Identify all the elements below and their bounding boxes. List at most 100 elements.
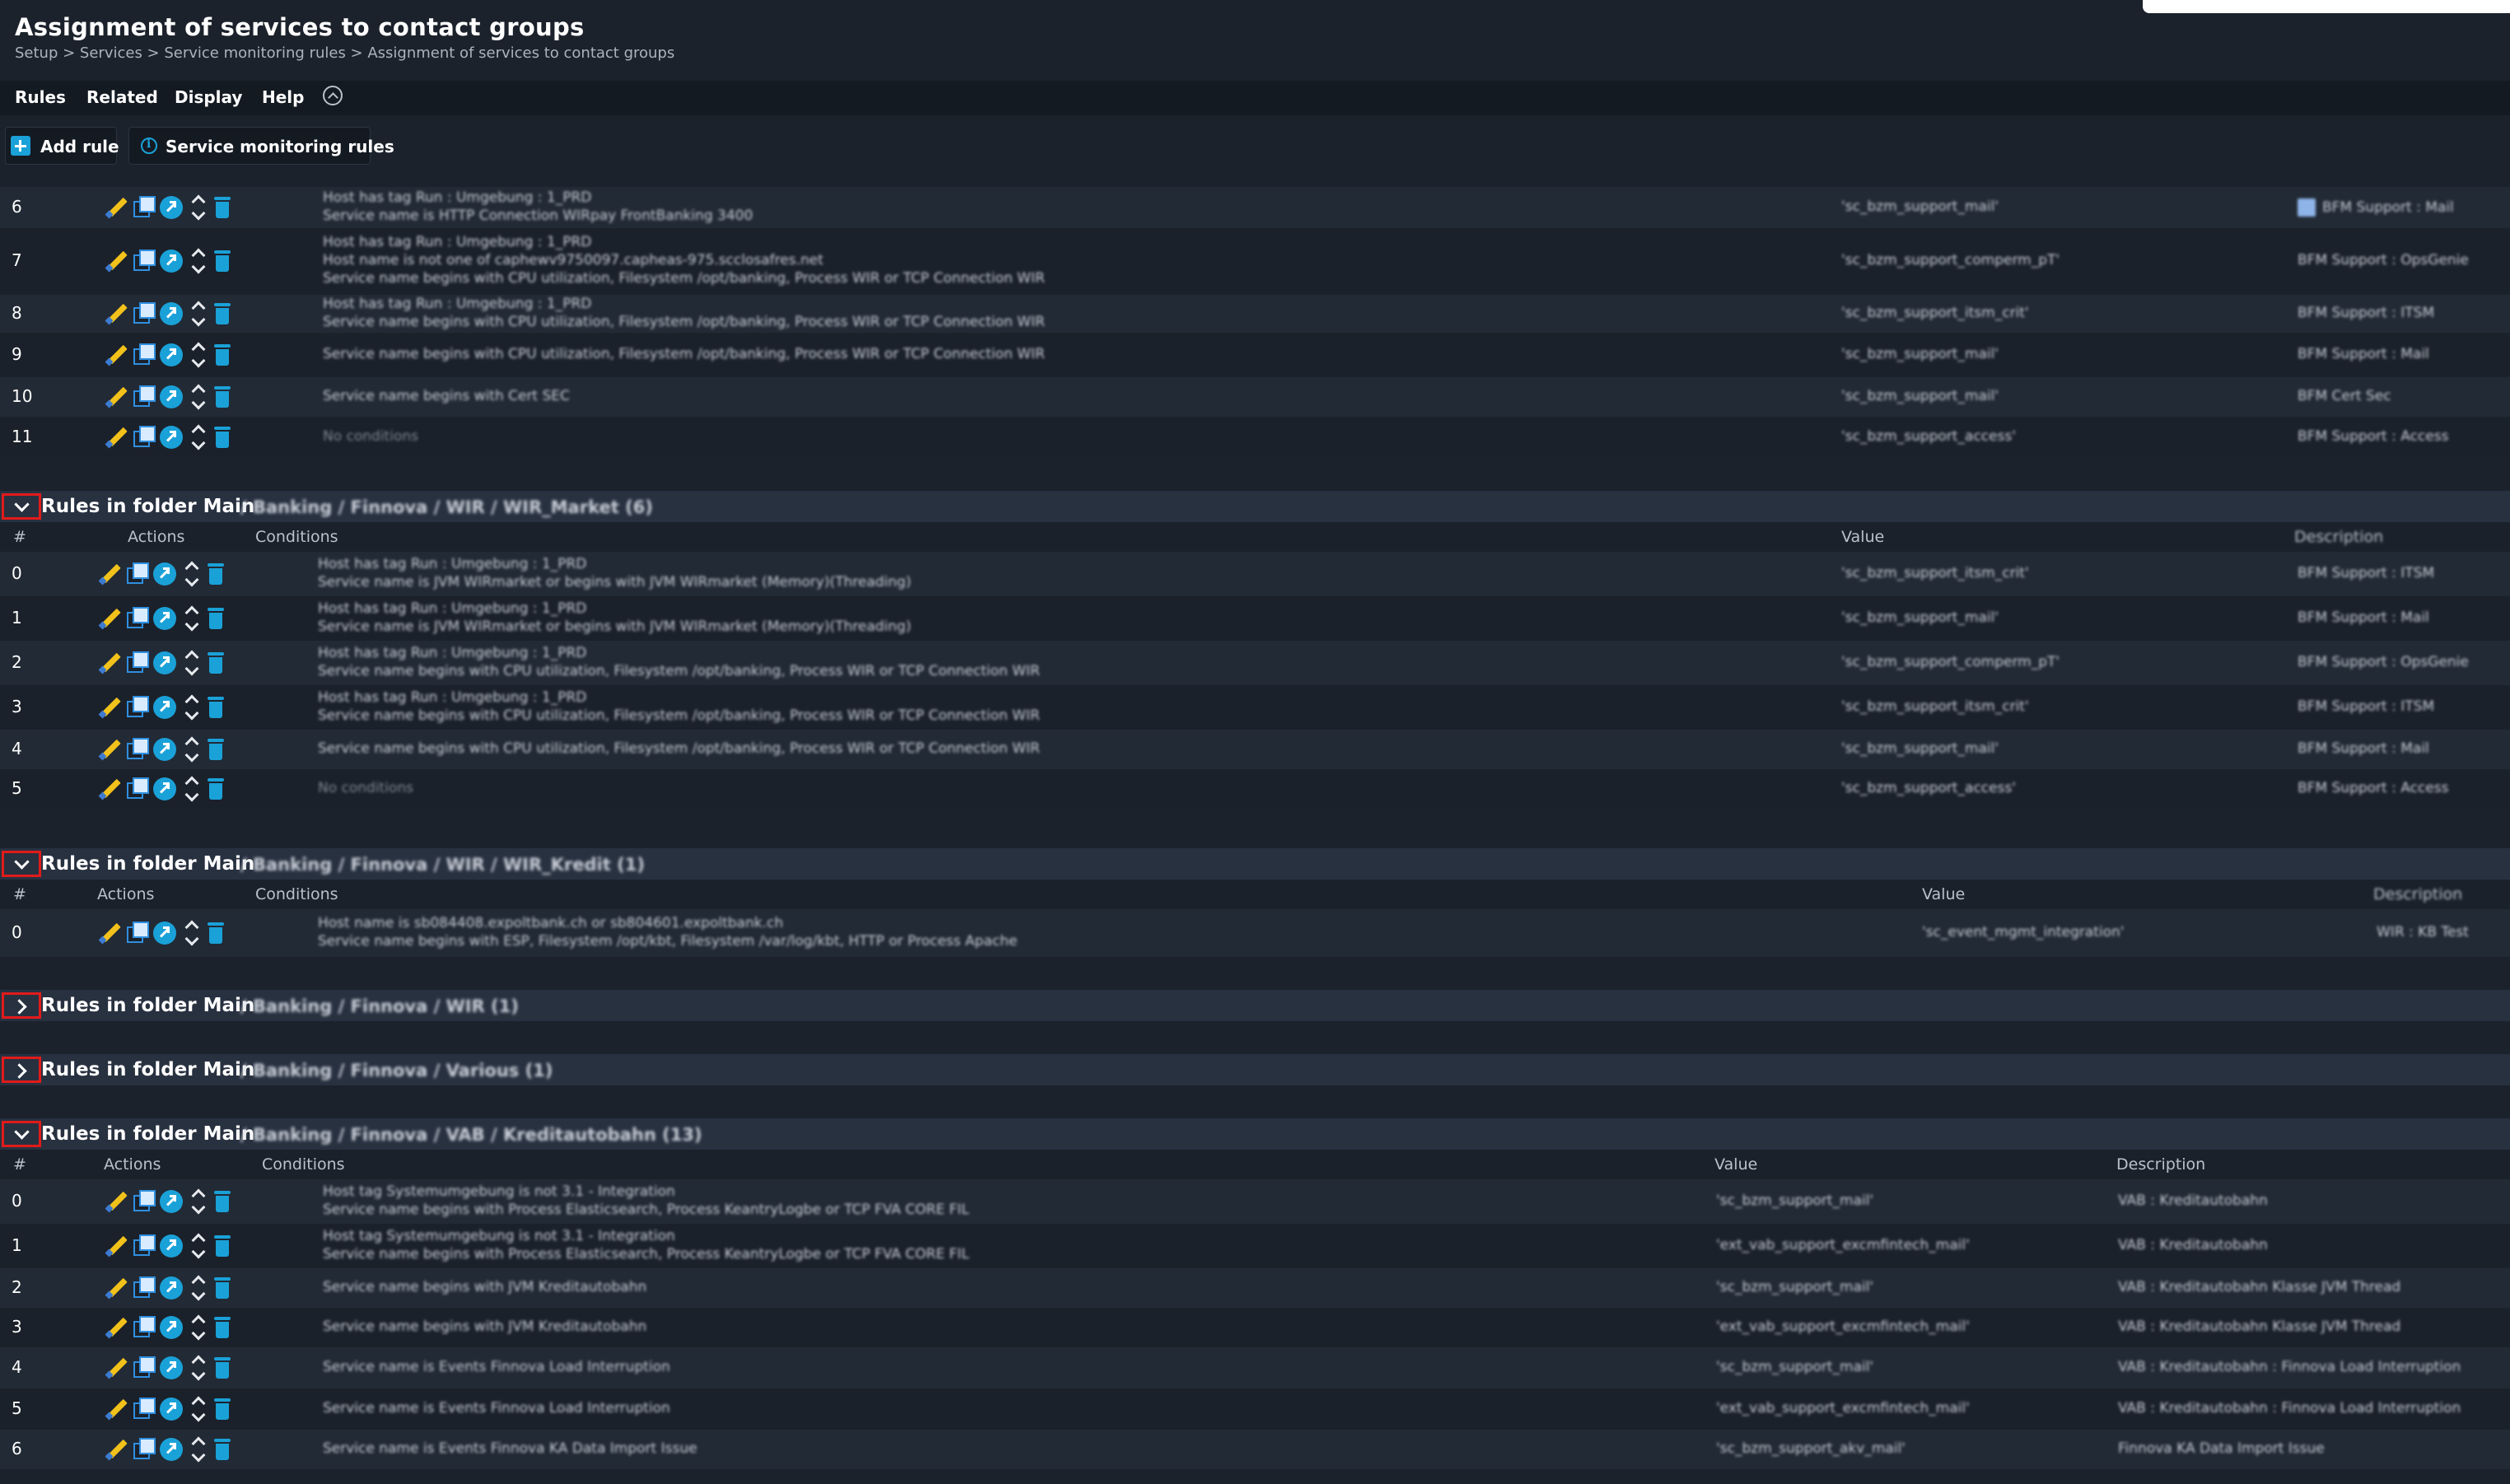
- export-icon[interactable]: [160, 250, 183, 273]
- folder-toggle-button[interactable]: [2, 851, 41, 877]
- edit-icon[interactable]: [104, 301, 128, 325]
- folder-title[interactable]: Rules in folder Main: [41, 496, 254, 517]
- clone-icon[interactable]: [125, 605, 150, 630]
- move-icon[interactable]: [189, 1275, 206, 1301]
- move-icon[interactable]: [189, 1436, 206, 1463]
- delete-icon[interactable]: [214, 1439, 231, 1460]
- edit-icon[interactable]: [97, 605, 122, 630]
- export-icon[interactable]: [153, 922, 176, 945]
- clone-icon[interactable]: [132, 1275, 156, 1300]
- move-icon[interactable]: [189, 1188, 206, 1215]
- clone-icon[interactable]: [125, 650, 150, 674]
- clone-icon[interactable]: [132, 424, 156, 449]
- move-icon[interactable]: [189, 424, 206, 450]
- clone-icon[interactable]: [132, 1355, 156, 1379]
- folder-title[interactable]: Rules in folder Main: [41, 1123, 254, 1145]
- delete-icon[interactable]: [214, 386, 231, 408]
- delete-icon[interactable]: [214, 1277, 231, 1299]
- move-icon[interactable]: [189, 1233, 206, 1259]
- move-icon[interactable]: [183, 605, 199, 632]
- column-header-value[interactable]: Value: [1841, 528, 1884, 546]
- edit-icon[interactable]: [104, 1275, 128, 1300]
- move-icon[interactable]: [189, 194, 206, 221]
- export-icon[interactable]: [160, 1234, 183, 1258]
- edit-icon[interactable]: [97, 776, 122, 800]
- edit-icon[interactable]: [104, 342, 128, 366]
- edit-icon[interactable]: [97, 920, 122, 945]
- search-input[interactable]: [2143, 0, 2510, 13]
- edit-icon[interactable]: [104, 1314, 128, 1339]
- export-icon[interactable]: [153, 607, 176, 630]
- clone-icon[interactable]: [132, 1314, 156, 1339]
- column-header-conditions[interactable]: Conditions: [255, 528, 338, 546]
- clone-icon[interactable]: [125, 920, 150, 945]
- delete-icon[interactable]: [214, 197, 231, 218]
- folder-title[interactable]: Rules in folder Main: [41, 995, 254, 1016]
- move-icon[interactable]: [183, 650, 199, 676]
- clone-icon[interactable]: [132, 384, 156, 408]
- export-icon[interactable]: [160, 196, 183, 219]
- export-icon[interactable]: [153, 562, 176, 586]
- edit-icon[interactable]: [97, 650, 122, 674]
- folder-title[interactable]: Rules in folder Main: [41, 853, 254, 875]
- export-icon[interactable]: [160, 343, 183, 366]
- delete-icon[interactable]: [214, 1398, 231, 1420]
- column-header-conditions[interactable]: Conditions: [262, 1155, 345, 1174]
- delete-icon[interactable]: [208, 563, 224, 585]
- move-icon[interactable]: [189, 1396, 206, 1422]
- folder-title[interactable]: Rules in folder Main: [41, 1059, 254, 1080]
- clone-icon[interactable]: [125, 736, 150, 761]
- clone-icon[interactable]: [125, 561, 150, 586]
- edit-icon[interactable]: [104, 384, 128, 408]
- export-icon[interactable]: [153, 696, 176, 719]
- breadcrumb[interactable]: Setup > Services > Service monitoring ru…: [15, 44, 674, 62]
- delete-icon[interactable]: [214, 1317, 231, 1338]
- clone-icon[interactable]: [125, 776, 150, 800]
- export-icon[interactable]: [153, 738, 176, 761]
- clone-icon[interactable]: [132, 248, 156, 273]
- clone-icon[interactable]: [132, 1188, 156, 1213]
- export-icon[interactable]: [153, 651, 176, 674]
- export-icon[interactable]: [160, 1190, 183, 1213]
- collapse-header-icon[interactable]: [323, 86, 343, 105]
- delete-icon[interactable]: [214, 1235, 231, 1257]
- folder-path[interactable]: / Banking / Finnova / WIR / WIR_Kredit (…: [240, 855, 645, 875]
- export-icon[interactable]: [160, 1316, 183, 1339]
- edit-icon[interactable]: [104, 1188, 128, 1213]
- clone-icon[interactable]: [125, 694, 150, 719]
- clone-icon[interactable]: [132, 1396, 156, 1421]
- folder-path[interactable]: / Banking / Finnova / Various (1): [240, 1061, 553, 1080]
- export-icon[interactable]: [160, 1438, 183, 1461]
- service-monitoring-rules-button[interactable]: Service monitoring rules: [128, 127, 394, 165]
- export-icon[interactable]: [153, 777, 176, 800]
- move-icon[interactable]: [183, 776, 199, 802]
- move-icon[interactable]: [189, 248, 206, 274]
- folder-toggle-button[interactable]: [2, 1057, 41, 1083]
- menu-help[interactable]: Help: [262, 87, 304, 107]
- edit-icon[interactable]: [104, 1396, 128, 1421]
- clone-icon[interactable]: [132, 1233, 156, 1258]
- move-icon[interactable]: [189, 301, 206, 327]
- folder-toggle-button[interactable]: [2, 1121, 41, 1147]
- delete-icon[interactable]: [214, 1191, 231, 1212]
- edit-icon[interactable]: [97, 694, 122, 719]
- menu-display[interactable]: Display: [175, 87, 242, 107]
- delete-icon[interactable]: [208, 922, 224, 944]
- clone-icon[interactable]: [132, 194, 156, 219]
- delete-icon[interactable]: [208, 608, 224, 629]
- edit-icon[interactable]: [104, 194, 128, 219]
- column-header-description[interactable]: Description: [2373, 885, 2462, 903]
- column-header-value[interactable]: Value: [1922, 885, 1965, 903]
- edit-icon[interactable]: [97, 736, 122, 761]
- column-header-description[interactable]: Description: [2294, 528, 2383, 546]
- folder-path[interactable]: / Banking / Finnova / WIR / WIR_Market (…: [240, 497, 653, 517]
- edit-icon[interactable]: [97, 561, 122, 586]
- delete-icon[interactable]: [214, 344, 231, 366]
- export-icon[interactable]: [160, 385, 183, 408]
- move-icon[interactable]: [183, 694, 199, 721]
- column-header-description[interactable]: Description: [2116, 1155, 2205, 1174]
- edit-icon[interactable]: [104, 424, 128, 449]
- move-icon[interactable]: [189, 342, 206, 368]
- clone-icon[interactable]: [132, 342, 156, 366]
- clone-icon[interactable]: [132, 301, 156, 325]
